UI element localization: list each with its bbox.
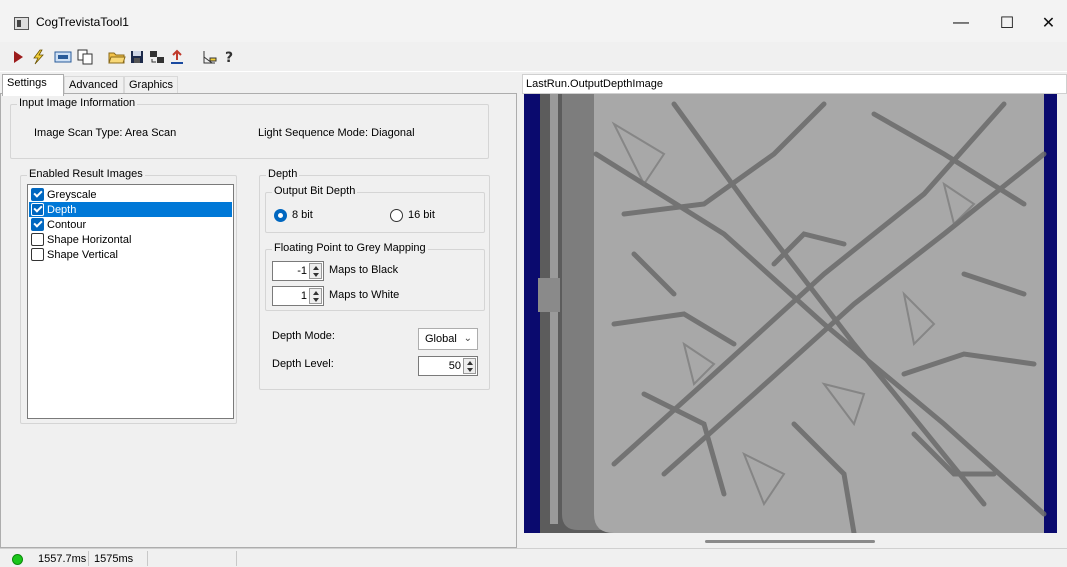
- maps-to-white-value: 1: [300, 290, 307, 302]
- depth-level-label: Depth Level:: [272, 358, 334, 370]
- svg-text:?: ?: [225, 50, 233, 65]
- maps-to-black-stepper[interactable]: -1: [272, 261, 324, 281]
- light-sequence-label: Light Sequence Mode: Diagonal: [258, 127, 415, 139]
- input-image-info-group: Input Image Information Image Scan Type:…: [10, 97, 489, 159]
- help-icon[interactable]: ?: [220, 47, 240, 67]
- grey-mapping-group: Floating Point to Grey Mapping -1 Maps t…: [265, 242, 485, 311]
- run-icon[interactable]: [8, 47, 28, 67]
- input-image-info-title: Input Image Information: [17, 97, 138, 109]
- list-item-depth[interactable]: Depth: [29, 202, 232, 217]
- properties-icon[interactable]: [199, 47, 219, 67]
- status-divider: [88, 551, 89, 566]
- depth-title: Depth: [266, 168, 300, 180]
- toolbar: ?: [0, 42, 1067, 72]
- flash-icon[interactable]: [28, 47, 48, 67]
- list-item-greyscale[interactable]: Greyscale: [29, 187, 232, 202]
- checkbox-depth[interactable]: [31, 203, 44, 216]
- status-time-1: 1557.7ms: [38, 553, 87, 565]
- status-divider: [147, 551, 148, 566]
- list-item-label: Greyscale: [47, 188, 97, 201]
- depth-mode-label: Depth Mode:: [272, 330, 335, 342]
- status-bar: 1557.7ms 1575ms: [0, 548, 1067, 567]
- copy-icon[interactable]: [75, 47, 95, 67]
- image-selector[interactable]: LastRun.OutputDepthImage: [522, 74, 1067, 94]
- maps-to-white-label: Maps to White: [329, 289, 400, 301]
- horizontal-scrollbar[interactable]: [705, 540, 875, 543]
- checkbox-shape-horizontal[interactable]: [31, 233, 44, 246]
- depth-level-value: 50: [448, 360, 461, 372]
- result-images-list[interactable]: Greyscale Depth Contour Shape Horizontal…: [27, 184, 234, 419]
- output-bit-depth-group: Output Bit Depth 8 bit 16 bit: [265, 185, 485, 233]
- list-item-label: Shape Horizontal: [47, 233, 132, 246]
- list-item-shape-horizontal[interactable]: Shape Horizontal: [29, 232, 232, 247]
- vertical-scrollbar[interactable]: [1057, 94, 1067, 533]
- list-item-shape-vertical[interactable]: Shape Vertical: [29, 247, 232, 262]
- radio-8bit[interactable]: [274, 209, 287, 222]
- open-icon[interactable]: [107, 47, 127, 67]
- maps-to-black-label: Maps to Black: [329, 264, 399, 276]
- list-item-contour[interactable]: Contour: [29, 217, 232, 232]
- output-bit-depth-title: Output Bit Depth: [272, 185, 358, 197]
- depth-image-canvas[interactable]: [524, 94, 1057, 533]
- window-title: CogTrevistaTool1: [36, 15, 129, 29]
- list-item-label: Contour: [47, 218, 87, 231]
- checkbox-greyscale[interactable]: [31, 188, 44, 201]
- minimize-button[interactable]: —: [938, 8, 984, 38]
- close-button[interactable]: ✕: [1030, 8, 1067, 38]
- depth-image: [524, 94, 1057, 533]
- enabled-results-group: Enabled Result Images Greyscale Depth Co…: [20, 168, 237, 424]
- enabled-results-title: Enabled Result Images: [27, 168, 145, 180]
- scan-type-label: Image Scan Type: Area Scan: [34, 127, 177, 139]
- settings-tab-panel: Input Image Information Image Scan Type:…: [0, 93, 517, 548]
- save-icon[interactable]: [127, 47, 147, 67]
- display-icon[interactable]: [53, 47, 73, 67]
- spin-arrows-icon[interactable]: [309, 288, 322, 304]
- spin-arrows-icon[interactable]: [463, 358, 476, 374]
- reset-icon[interactable]: [167, 47, 187, 67]
- maps-to-black-value: -1: [297, 265, 307, 277]
- list-item-label: Depth: [47, 203, 77, 216]
- grey-mapping-title: Floating Point to Grey Mapping: [272, 242, 428, 254]
- depth-mode-value: Global: [425, 333, 457, 345]
- image-display-panel: LastRun.OutputDepthImage: [522, 72, 1067, 548]
- tab-settings[interactable]: Settings: [2, 74, 64, 96]
- list-item-label: Shape Vertical: [47, 248, 118, 261]
- chevron-down-icon: ⌄: [463, 333, 472, 344]
- depth-level-stepper[interactable]: 50: [418, 356, 478, 376]
- radio-8bit-label: 8 bit: [292, 209, 313, 221]
- spin-arrows-icon[interactable]: [309, 263, 322, 279]
- image-selector-value: LastRun.OutputDepthImage: [526, 78, 663, 90]
- checkbox-contour[interactable]: [31, 218, 44, 231]
- app-icon: [14, 17, 29, 30]
- maximize-button[interactable]: ☐: [984, 8, 1030, 38]
- maps-to-white-stepper[interactable]: 1: [272, 286, 324, 306]
- title-bar: CogTrevistaTool1 — ☐ ✕: [0, 0, 1067, 42]
- radio-16bit-label: 16 bit: [408, 209, 435, 221]
- checkbox-shape-vertical[interactable]: [31, 248, 44, 261]
- import-icon[interactable]: [147, 47, 167, 67]
- depth-mode-select[interactable]: Global ⌄: [418, 328, 478, 350]
- status-divider: [236, 551, 237, 566]
- status-led-icon: [12, 554, 23, 565]
- depth-group: Depth Output Bit Depth 8 bit 16 bit Floa…: [259, 168, 490, 390]
- radio-16bit[interactable]: [390, 209, 403, 222]
- settings-panel: Settings Advanced Graphics Input Image I…: [0, 72, 519, 548]
- status-time-2: 1575ms: [94, 553, 134, 565]
